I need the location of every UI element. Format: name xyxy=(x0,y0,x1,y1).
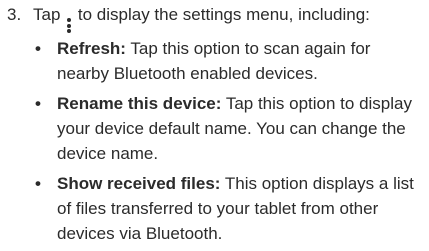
step-text-after-icon: to display the settings menu, including: xyxy=(77,5,370,24)
option-refresh: • Refresh: Tap this option to scan again… xyxy=(0,36,429,86)
option-rename-this-device: • Rename this device: Tap this option to… xyxy=(0,91,429,166)
step-number: 3. xyxy=(7,5,22,24)
more-options-icon xyxy=(66,18,72,33)
option-text: Show received files: This option display… xyxy=(57,171,422,246)
option-text: Rename this device: Tap this option to d… xyxy=(57,91,422,166)
bullet-icon: • xyxy=(35,174,41,193)
option-term: Rename this device: xyxy=(57,94,222,113)
instruction-document: 3. Tap to display the settings menu, inc… xyxy=(0,2,429,251)
step-text-before-icon: Tap xyxy=(33,5,61,24)
option-term: Show received files: xyxy=(57,174,221,193)
bullet-icon: • xyxy=(35,39,41,58)
option-text: Refresh: Tap this option to scan again f… xyxy=(57,36,422,86)
step-instruction: Tap to display the settings menu, includ… xyxy=(33,2,370,33)
step-3: 3. Tap to display the settings menu, inc… xyxy=(0,2,429,33)
option-term: Refresh: xyxy=(57,39,126,58)
bullet-icon: • xyxy=(35,94,41,113)
settings-menu-options: • Refresh: Tap this option to scan again… xyxy=(0,36,429,246)
option-show-received-files: • Show received files: This option displ… xyxy=(0,171,429,246)
